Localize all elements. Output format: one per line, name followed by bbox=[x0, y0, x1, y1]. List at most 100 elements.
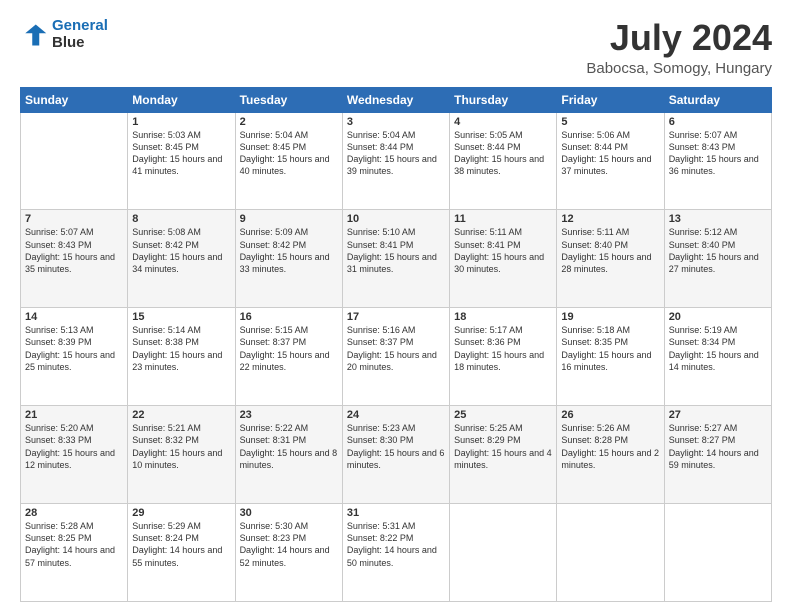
calendar-cell: 5Sunrise: 5:06 AMSunset: 8:44 PMDaylight… bbox=[557, 112, 664, 210]
calendar-cell: 11Sunrise: 5:11 AMSunset: 8:41 PMDayligh… bbox=[450, 210, 557, 308]
calendar-cell: 4Sunrise: 5:05 AMSunset: 8:44 PMDaylight… bbox=[450, 112, 557, 210]
day-info: Sunrise: 5:09 AMSunset: 8:42 PMDaylight:… bbox=[240, 226, 338, 275]
day-number: 9 bbox=[240, 213, 338, 225]
calendar-header-friday: Friday bbox=[557, 87, 664, 112]
day-number: 12 bbox=[561, 213, 659, 225]
day-number: 19 bbox=[561, 311, 659, 323]
calendar-cell: 26Sunrise: 5:26 AMSunset: 8:28 PMDayligh… bbox=[557, 406, 664, 504]
calendar-header-wednesday: Wednesday bbox=[342, 87, 449, 112]
day-info: Sunrise: 5:19 AMSunset: 8:34 PMDaylight:… bbox=[669, 324, 767, 373]
day-info: Sunrise: 5:22 AMSunset: 8:31 PMDaylight:… bbox=[240, 422, 338, 471]
day-info: Sunrise: 5:25 AMSunset: 8:29 PMDaylight:… bbox=[454, 422, 552, 471]
page: General Blue July 2024 Babocsa, Somogy, … bbox=[0, 0, 792, 612]
day-info: Sunrise: 5:21 AMSunset: 8:32 PMDaylight:… bbox=[132, 422, 230, 471]
calendar-cell: 19Sunrise: 5:18 AMSunset: 8:35 PMDayligh… bbox=[557, 308, 664, 406]
day-number: 28 bbox=[25, 507, 123, 519]
calendar-cell: 31Sunrise: 5:31 AMSunset: 8:22 PMDayligh… bbox=[342, 504, 449, 602]
day-number: 15 bbox=[132, 311, 230, 323]
title-block: July 2024 Babocsa, Somogy, Hungary bbox=[586, 18, 772, 77]
subtitle: Babocsa, Somogy, Hungary bbox=[586, 60, 772, 77]
calendar-week-2: 7Sunrise: 5:07 AMSunset: 8:43 PMDaylight… bbox=[21, 210, 772, 308]
calendar-cell: 12Sunrise: 5:11 AMSunset: 8:40 PMDayligh… bbox=[557, 210, 664, 308]
day-info: Sunrise: 5:04 AMSunset: 8:45 PMDaylight:… bbox=[240, 129, 338, 178]
calendar-cell: 28Sunrise: 5:28 AMSunset: 8:25 PMDayligh… bbox=[21, 504, 128, 602]
day-info: Sunrise: 5:04 AMSunset: 8:44 PMDaylight:… bbox=[347, 129, 445, 178]
calendar-cell: 2Sunrise: 5:04 AMSunset: 8:45 PMDaylight… bbox=[235, 112, 342, 210]
calendar-cell: 15Sunrise: 5:14 AMSunset: 8:38 PMDayligh… bbox=[128, 308, 235, 406]
day-info: Sunrise: 5:17 AMSunset: 8:36 PMDaylight:… bbox=[454, 324, 552, 373]
day-number: 10 bbox=[347, 213, 445, 225]
day-number: 30 bbox=[240, 507, 338, 519]
main-title: July 2024 bbox=[586, 18, 772, 58]
day-info: Sunrise: 5:05 AMSunset: 8:44 PMDaylight:… bbox=[454, 129, 552, 178]
calendar-cell: 17Sunrise: 5:16 AMSunset: 8:37 PMDayligh… bbox=[342, 308, 449, 406]
logo-icon bbox=[20, 21, 48, 49]
calendar-cell bbox=[664, 504, 771, 602]
day-info: Sunrise: 5:15 AMSunset: 8:37 PMDaylight:… bbox=[240, 324, 338, 373]
day-number: 31 bbox=[347, 507, 445, 519]
calendar-cell: 16Sunrise: 5:15 AMSunset: 8:37 PMDayligh… bbox=[235, 308, 342, 406]
calendar-week-4: 21Sunrise: 5:20 AMSunset: 8:33 PMDayligh… bbox=[21, 406, 772, 504]
day-info: Sunrise: 5:08 AMSunset: 8:42 PMDaylight:… bbox=[132, 226, 230, 275]
calendar-cell: 27Sunrise: 5:27 AMSunset: 8:27 PMDayligh… bbox=[664, 406, 771, 504]
day-number: 14 bbox=[25, 311, 123, 323]
calendar-cell: 8Sunrise: 5:08 AMSunset: 8:42 PMDaylight… bbox=[128, 210, 235, 308]
day-number: 7 bbox=[25, 213, 123, 225]
calendar-cell: 18Sunrise: 5:17 AMSunset: 8:36 PMDayligh… bbox=[450, 308, 557, 406]
calendar-cell: 24Sunrise: 5:23 AMSunset: 8:30 PMDayligh… bbox=[342, 406, 449, 504]
day-number: 3 bbox=[347, 116, 445, 128]
calendar-header-tuesday: Tuesday bbox=[235, 87, 342, 112]
calendar-cell: 29Sunrise: 5:29 AMSunset: 8:24 PMDayligh… bbox=[128, 504, 235, 602]
day-number: 29 bbox=[132, 507, 230, 519]
calendar-cell: 10Sunrise: 5:10 AMSunset: 8:41 PMDayligh… bbox=[342, 210, 449, 308]
day-info: Sunrise: 5:31 AMSunset: 8:22 PMDaylight:… bbox=[347, 520, 445, 569]
day-number: 13 bbox=[669, 213, 767, 225]
calendar-cell: 6Sunrise: 5:07 AMSunset: 8:43 PMDaylight… bbox=[664, 112, 771, 210]
day-info: Sunrise: 5:03 AMSunset: 8:45 PMDaylight:… bbox=[132, 129, 230, 178]
calendar-cell: 13Sunrise: 5:12 AMSunset: 8:40 PMDayligh… bbox=[664, 210, 771, 308]
day-number: 22 bbox=[132, 409, 230, 421]
day-info: Sunrise: 5:13 AMSunset: 8:39 PMDaylight:… bbox=[25, 324, 123, 373]
calendar-table: SundayMondayTuesdayWednesdayThursdayFrid… bbox=[20, 87, 772, 602]
day-info: Sunrise: 5:27 AMSunset: 8:27 PMDaylight:… bbox=[669, 422, 767, 471]
calendar-header-saturday: Saturday bbox=[664, 87, 771, 112]
day-number: 17 bbox=[347, 311, 445, 323]
day-info: Sunrise: 5:29 AMSunset: 8:24 PMDaylight:… bbox=[132, 520, 230, 569]
calendar-cell: 30Sunrise: 5:30 AMSunset: 8:23 PMDayligh… bbox=[235, 504, 342, 602]
calendar-cell: 23Sunrise: 5:22 AMSunset: 8:31 PMDayligh… bbox=[235, 406, 342, 504]
day-number: 25 bbox=[454, 409, 552, 421]
calendar-cell: 14Sunrise: 5:13 AMSunset: 8:39 PMDayligh… bbox=[21, 308, 128, 406]
calendar-cell: 22Sunrise: 5:21 AMSunset: 8:32 PMDayligh… bbox=[128, 406, 235, 504]
calendar-cell: 25Sunrise: 5:25 AMSunset: 8:29 PMDayligh… bbox=[450, 406, 557, 504]
day-info: Sunrise: 5:30 AMSunset: 8:23 PMDaylight:… bbox=[240, 520, 338, 569]
logo-text: General Blue bbox=[52, 18, 108, 51]
day-info: Sunrise: 5:14 AMSunset: 8:38 PMDaylight:… bbox=[132, 324, 230, 373]
day-info: Sunrise: 5:06 AMSunset: 8:44 PMDaylight:… bbox=[561, 129, 659, 178]
day-number: 16 bbox=[240, 311, 338, 323]
day-number: 27 bbox=[669, 409, 767, 421]
day-info: Sunrise: 5:11 AMSunset: 8:40 PMDaylight:… bbox=[561, 226, 659, 275]
day-number: 6 bbox=[669, 116, 767, 128]
calendar-cell: 20Sunrise: 5:19 AMSunset: 8:34 PMDayligh… bbox=[664, 308, 771, 406]
day-info: Sunrise: 5:28 AMSunset: 8:25 PMDaylight:… bbox=[25, 520, 123, 569]
day-number: 1 bbox=[132, 116, 230, 128]
day-info: Sunrise: 5:10 AMSunset: 8:41 PMDaylight:… bbox=[347, 226, 445, 275]
day-number: 18 bbox=[454, 311, 552, 323]
calendar-week-1: 1Sunrise: 5:03 AMSunset: 8:45 PMDaylight… bbox=[21, 112, 772, 210]
calendar-cell: 21Sunrise: 5:20 AMSunset: 8:33 PMDayligh… bbox=[21, 406, 128, 504]
calendar-header-thursday: Thursday bbox=[450, 87, 557, 112]
day-number: 8 bbox=[132, 213, 230, 225]
calendar-cell bbox=[450, 504, 557, 602]
calendar-cell bbox=[557, 504, 664, 602]
day-number: 26 bbox=[561, 409, 659, 421]
day-number: 20 bbox=[669, 311, 767, 323]
day-number: 21 bbox=[25, 409, 123, 421]
calendar-cell: 9Sunrise: 5:09 AMSunset: 8:42 PMDaylight… bbox=[235, 210, 342, 308]
calendar-week-5: 28Sunrise: 5:28 AMSunset: 8:25 PMDayligh… bbox=[21, 504, 772, 602]
logo: General Blue bbox=[20, 18, 108, 51]
day-info: Sunrise: 5:11 AMSunset: 8:41 PMDaylight:… bbox=[454, 226, 552, 275]
day-info: Sunrise: 5:16 AMSunset: 8:37 PMDaylight:… bbox=[347, 324, 445, 373]
calendar-header-monday: Monday bbox=[128, 87, 235, 112]
day-number: 24 bbox=[347, 409, 445, 421]
calendar-cell bbox=[21, 112, 128, 210]
